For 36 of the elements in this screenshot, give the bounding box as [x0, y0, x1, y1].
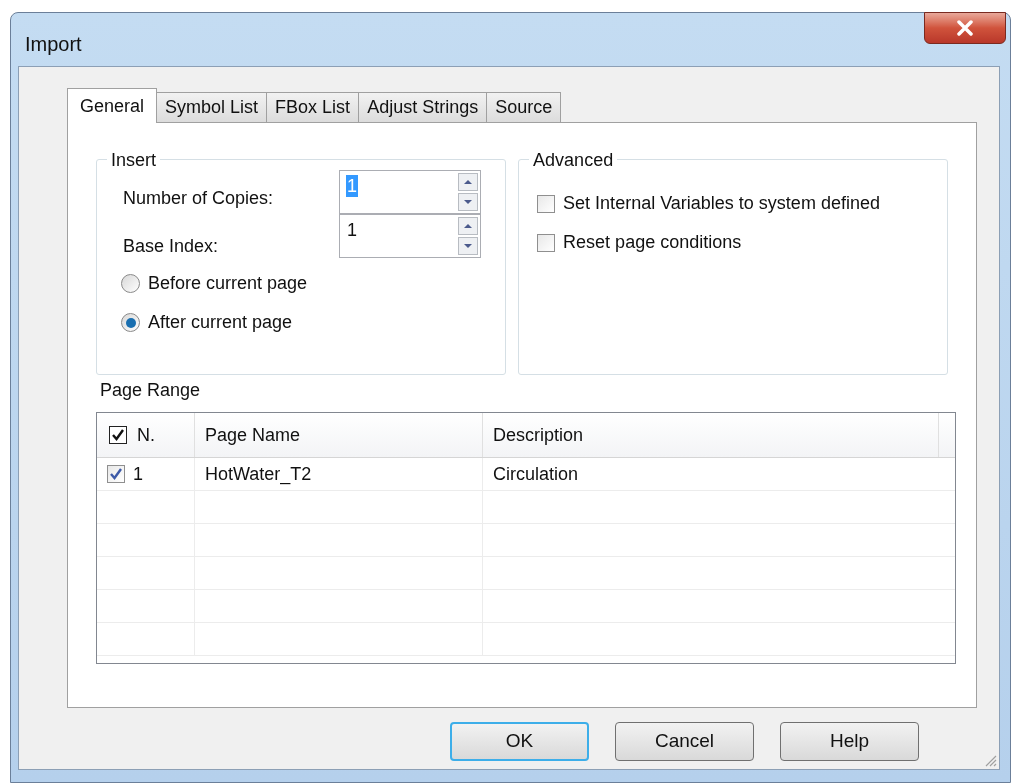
spin-down-icon[interactable]: [458, 193, 478, 211]
resize-grip-icon: [983, 753, 997, 767]
dialog-button[interactable]: Cancel: [615, 722, 754, 761]
close-icon: [956, 20, 974, 36]
spin-box[interactable]: 1: [339, 214, 481, 258]
checkbox[interactable]: [109, 426, 127, 444]
radio-button[interactable]: [121, 313, 140, 332]
checkbox[interactable]: [537, 194, 556, 213]
dialog-button[interactable]: OK: [450, 722, 589, 761]
checkbox[interactable]: [107, 465, 125, 483]
spin-down-icon[interactable]: [458, 237, 478, 255]
close-button[interactable]: [924, 12, 1006, 44]
radio-label: After current page: [148, 311, 293, 334]
table-cell-text: 1: [133, 462, 143, 486]
column-header[interactable]: Page Name: [205, 421, 301, 449]
column-header[interactable]: Description: [493, 421, 584, 449]
spin-up-icon[interactable]: [458, 217, 478, 235]
checkbox-label: Reset page conditions: [563, 231, 742, 254]
tab[interactable]: Source: [486, 92, 562, 122]
checkbox-label: Set Internal Variables to system defined: [563, 192, 880, 215]
dialog-button[interactable]: Help: [780, 722, 919, 761]
tab[interactable]: FBox List: [266, 92, 360, 122]
radio-button[interactable]: [121, 274, 140, 293]
tab[interactable]: General: [67, 88, 158, 123]
tab[interactable]: Adjust Strings: [358, 92, 488, 122]
table-cell-text: HotWater_T2: [205, 462, 312, 487]
window-title: Import: [25, 32, 82, 57]
section-title: Page Range: [100, 379, 202, 402]
tab[interactable]: Symbol List: [156, 92, 268, 122]
spin-up-icon[interactable]: [458, 173, 478, 191]
field-label: Number of Copies:: [123, 186, 275, 210]
table-cell-text: Circulation: [493, 462, 579, 486]
field-label: Base Index:: [123, 234, 220, 258]
column-header[interactable]: N.: [137, 421, 155, 449]
checkbox[interactable]: [537, 233, 556, 252]
radio-label: Before current page: [148, 272, 308, 295]
